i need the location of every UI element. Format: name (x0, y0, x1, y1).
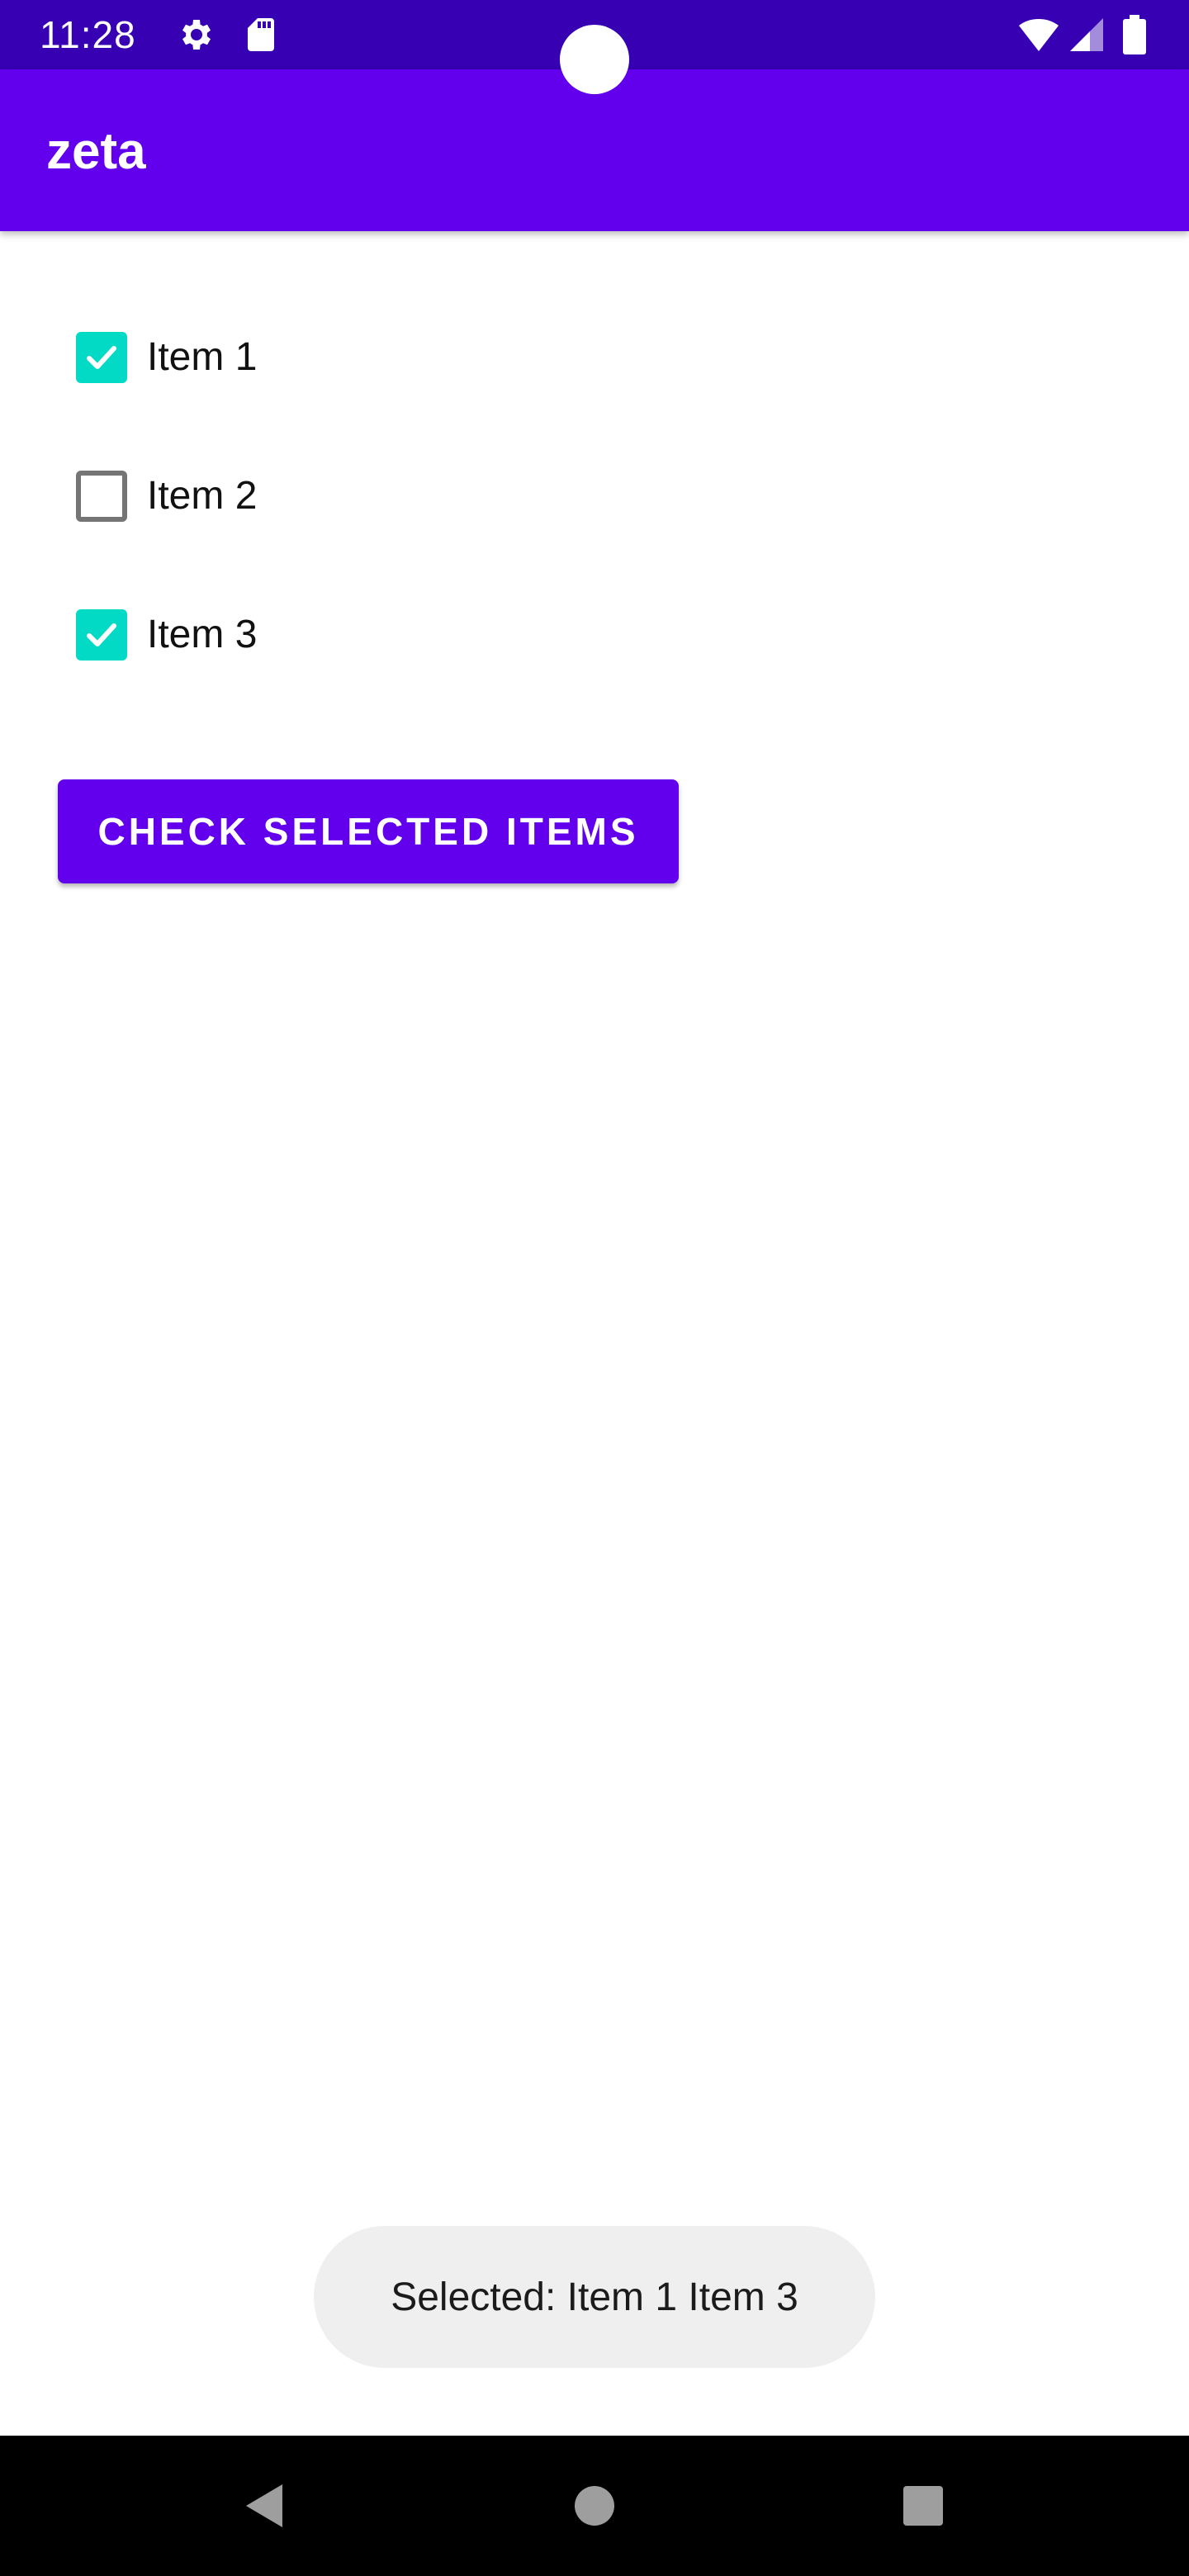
home-button[interactable] (528, 2436, 661, 2576)
settings-icon (175, 15, 215, 54)
checkbox-item-3[interactable]: Item 3 (76, 606, 257, 664)
signal-icon (1067, 15, 1106, 54)
checkbox-label: Item 3 (147, 613, 258, 656)
recents-icon (903, 2486, 943, 2526)
back-icon (246, 2484, 282, 2527)
screen: 11:28 zeta Item 1 Item 2 Item 3 CHECK SE… (0, 0, 1189, 2576)
toast-message: Selected: Item 1 Item 3 (314, 2226, 875, 2368)
recents-button[interactable] (857, 2436, 989, 2576)
app-title: zeta (46, 123, 146, 180)
checkbox-checked-icon[interactable] (76, 332, 127, 383)
battery-icon (1121, 15, 1161, 54)
checkbox-label: Item 1 (147, 335, 258, 379)
checkbox-unchecked-icon[interactable] (76, 471, 127, 522)
camera-cutout (560, 25, 629, 94)
checkbox-label: Item 2 (147, 474, 258, 518)
checkbox-checked-icon[interactable] (76, 609, 127, 661)
check-selected-items-button[interactable]: CHECK SELECTED ITEMS (58, 779, 679, 883)
navigation-bar (0, 2436, 1189, 2576)
status-time: 11:28 (40, 13, 136, 56)
toast-text: Selected: Item 1 Item 3 (391, 2275, 798, 2319)
wifi-icon (1017, 15, 1059, 54)
checkbox-item-1[interactable]: Item 1 (76, 329, 257, 386)
home-icon (575, 2486, 614, 2526)
checkbox-item-2[interactable]: Item 2 (76, 467, 257, 525)
sd-card-icon (241, 15, 281, 54)
back-button[interactable] (198, 2436, 330, 2576)
